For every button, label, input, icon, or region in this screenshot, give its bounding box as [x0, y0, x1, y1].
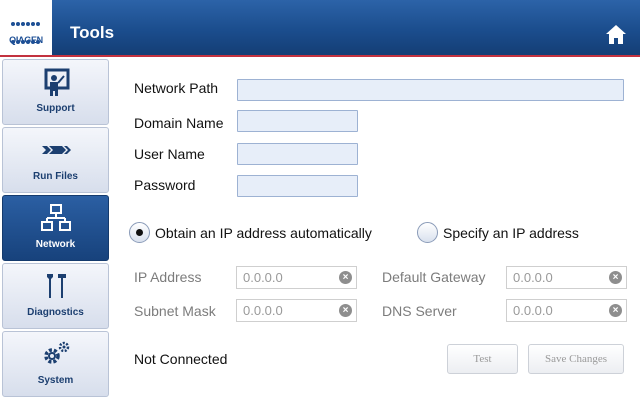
clear-circle-icon[interactable]: ×	[609, 271, 622, 284]
save-changes-button[interactable]: Save Changes	[528, 344, 624, 374]
clear-circle-icon[interactable]: ×	[339, 304, 352, 317]
ip-address-label: IP Address	[134, 269, 202, 285]
domain-name-field[interactable]	[237, 110, 358, 132]
support-presenter-icon	[44, 68, 70, 96]
home-icon	[606, 25, 626, 44]
sidebar-item-label: Network	[35, 239, 76, 250]
auto-ip-radio[interactable]	[129, 222, 150, 243]
logo-text: QIAGEN	[9, 35, 43, 45]
home-button[interactable]	[605, 23, 627, 45]
ip-address-field[interactable]: 0.0.0.0 ×	[236, 266, 357, 289]
radio-selected-dot	[136, 229, 143, 236]
user-name-field[interactable]	[237, 143, 358, 165]
password-field[interactable]	[237, 175, 358, 197]
connection-status: Not Connected	[134, 351, 228, 367]
network-topology-icon	[41, 204, 71, 231]
sidebar-item-label: System	[37, 375, 74, 386]
sidebar-item-system[interactable]: System	[2, 331, 109, 397]
ip-address-value: 0.0.0.0	[243, 270, 283, 285]
sidebar: Support Run Files Network Diagnostics Sy…	[0, 57, 111, 397]
subnet-mask-label: Subnet Mask	[134, 303, 216, 319]
run-files-arrows-icon	[42, 146, 71, 154]
auto-ip-label: Obtain an IP address automatically	[155, 225, 372, 241]
sidebar-item-label: Support	[36, 103, 75, 114]
subnet-mask-field[interactable]: 0.0.0.0 ×	[236, 299, 357, 322]
sidebar-item-label: Run Files	[32, 171, 78, 182]
clear-circle-icon[interactable]: ×	[339, 271, 352, 284]
default-gateway-value: 0.0.0.0	[513, 270, 553, 285]
clear-circle-icon[interactable]: ×	[609, 304, 622, 317]
qiagen-logo: QIAGEN	[0, 0, 52, 80]
sidebar-item-run-files[interactable]: Run Files	[2, 127, 109, 193]
app-header: QIAGEN Tools	[0, 0, 640, 80]
default-gateway-field[interactable]: 0.0.0.0 ×	[506, 266, 627, 289]
dns-server-value: 0.0.0.0	[513, 303, 553, 318]
network-settings-panel: Network Path Domain Name User Name Passw…	[111, 57, 640, 389]
system-gears-icon	[44, 341, 70, 364]
sidebar-item-network[interactable]: Network	[2, 195, 109, 261]
network-path-field[interactable]	[237, 79, 624, 101]
password-label: Password	[134, 177, 196, 193]
sidebar-item-support[interactable]: Support	[2, 59, 109, 125]
manual-ip-label: Specify an IP address	[443, 225, 579, 241]
test-button[interactable]: Test	[447, 344, 518, 374]
domain-name-label: Domain Name	[134, 115, 224, 131]
default-gateway-label: Default Gateway	[382, 269, 486, 285]
sidebar-item-diagnostics[interactable]: Diagnostics	[2, 263, 109, 329]
manual-ip-radio[interactable]	[417, 222, 438, 243]
network-path-label: Network Path	[134, 80, 219, 96]
subnet-mask-value: 0.0.0.0	[243, 303, 283, 318]
user-name-label: User Name	[134, 146, 205, 162]
dns-server-label: DNS Server	[382, 303, 457, 319]
dns-server-field[interactable]: 0.0.0.0 ×	[506, 299, 627, 322]
page-title: Tools	[70, 23, 115, 42]
diagnostics-tools-icon	[47, 274, 66, 298]
sidebar-item-label: Diagnostics	[27, 307, 84, 318]
